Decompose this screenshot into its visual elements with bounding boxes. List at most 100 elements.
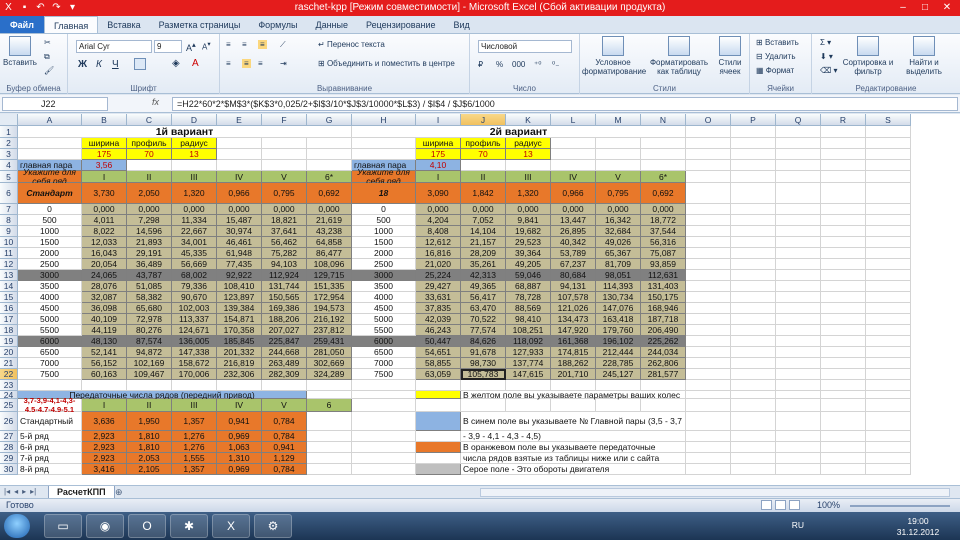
ratio-value-cell[interactable] <box>307 453 352 464</box>
cell[interactable] <box>821 431 866 442</box>
speed-cell[interactable]: 150,175 <box>641 292 686 303</box>
ratio-gear-header[interactable]: II <box>127 399 172 412</box>
speed-cell[interactable]: 174,815 <box>551 347 596 358</box>
new-sheet-icon[interactable]: ⊕ <box>115 487 123 498</box>
speed-cell[interactable]: 244,034 <box>641 347 686 358</box>
speed-cell[interactable]: 75,087 <box>641 248 686 259</box>
find-select-button[interactable]: Найти и выделить <box>900 36 948 76</box>
ratio-value-cell[interactable] <box>307 464 352 475</box>
speed-cell[interactable]: 13,447 <box>551 215 596 226</box>
cell[interactable] <box>686 303 731 314</box>
cell[interactable] <box>776 171 821 183</box>
speed-cell[interactable]: 302,669 <box>307 358 352 369</box>
cell[interactable] <box>352 380 416 391</box>
rpm-cell[interactable]: 7000 <box>352 358 416 369</box>
cell[interactable] <box>776 149 821 160</box>
speed-cell[interactable]: 281,050 <box>307 347 352 358</box>
cell-area[interactable]: 1й вариант 2й вариант ширина профиль радиус ш… <box>18 126 911 475</box>
cell[interactable] <box>686 412 731 431</box>
rpm-cell[interactable]: 2000 <box>18 248 82 259</box>
legend-blue-swatch[interactable] <box>416 412 461 431</box>
cell[interactable] <box>686 171 731 183</box>
indent-icon[interactable]: ⇥ <box>280 59 287 68</box>
speed-cell[interactable]: 188,262 <box>551 358 596 369</box>
speed-cell[interactable]: 0,000 <box>307 204 352 215</box>
speed-cell[interactable]: 201,332 <box>217 347 262 358</box>
cell[interactable] <box>866 281 911 292</box>
cell[interactable] <box>686 358 731 369</box>
rows-hint[interactable]: 3,7-3,9-4,1-4,3-4,5-4,7-4,9-5,1 <box>18 396 82 414</box>
speed-cell[interactable]: 84,626 <box>461 336 506 347</box>
row-header[interactable]: 9 <box>0 226 18 237</box>
clock[interactable]: 19:00 31.12.2012 <box>888 516 948 538</box>
cell[interactable] <box>262 160 307 171</box>
ratio-value-cell[interactable]: 0,784 <box>262 412 307 431</box>
speed-cell[interactable]: 206,490 <box>641 325 686 336</box>
cell[interactable] <box>776 453 821 464</box>
cell[interactable] <box>172 160 217 171</box>
cell[interactable] <box>776 347 821 358</box>
row-header[interactable]: 19 <box>0 336 18 347</box>
cell[interactable] <box>866 215 911 226</box>
gear-header[interactable]: I <box>416 171 461 183</box>
speed-cell[interactable]: 78,728 <box>506 292 551 303</box>
speed-cell[interactable]: 77,574 <box>461 325 506 336</box>
cell[interactable] <box>731 270 776 281</box>
speed-cell[interactable]: 43,787 <box>127 270 172 281</box>
speed-cell[interactable]: 150,565 <box>262 292 307 303</box>
cell[interactable] <box>352 149 416 160</box>
cell[interactable] <box>18 149 82 160</box>
column-header[interactable]: O <box>686 114 731 126</box>
cell[interactable] <box>866 226 911 237</box>
speed-cell[interactable]: 48,130 <box>82 336 127 347</box>
cell[interactable] <box>731 237 776 248</box>
variant-1-title[interactable]: 1й вариант <box>18 126 352 138</box>
cell[interactable] <box>821 369 866 380</box>
cell[interactable] <box>686 369 731 380</box>
speed-cell[interactable]: 58,855 <box>416 358 461 369</box>
ratio-value-cell[interactable]: 0,784 <box>262 431 307 442</box>
speed-cell[interactable]: 259,431 <box>307 336 352 347</box>
speed-cell[interactable]: 30,974 <box>217 226 262 237</box>
ratio-value-cell[interactable]: 1,810 <box>127 442 172 453</box>
speed-cell[interactable]: 118,092 <box>506 336 551 347</box>
speed-cell[interactable]: 0,000 <box>82 204 127 215</box>
row-header[interactable]: 10 <box>0 237 18 248</box>
ratio-row-name[interactable]: 5-й ряд <box>18 431 82 442</box>
cell[interactable] <box>686 325 731 336</box>
thousands-button[interactable]: 000 <box>512 60 525 69</box>
column-header[interactable]: J <box>461 114 506 126</box>
tab-review[interactable]: Рецензирование <box>357 16 445 33</box>
format-painter-icon[interactable]: 🖌 <box>44 66 54 75</box>
ratio-value-cell[interactable]: 0,969 <box>217 431 262 442</box>
cell[interactable] <box>866 126 911 138</box>
speed-cell[interactable]: 63,059 <box>416 369 461 380</box>
ratio-gear-header[interactable]: V <box>262 399 307 412</box>
speed-cell[interactable]: 216,192 <box>307 314 352 325</box>
cell[interactable] <box>506 160 551 171</box>
name-box[interactable]: J22 <box>2 97 108 111</box>
speed-cell[interactable]: 32,684 <box>596 226 641 237</box>
column-header[interactable]: A <box>18 114 82 126</box>
cell[interactable] <box>866 292 911 303</box>
cell[interactable] <box>866 391 911 399</box>
speed-cell[interactable]: 244,668 <box>262 347 307 358</box>
cell[interactable] <box>731 453 776 464</box>
cell[interactable] <box>821 183 866 204</box>
gear-ratio-input[interactable]: 0,966 <box>217 183 262 204</box>
speed-cell[interactable]: 29,427 <box>416 281 461 292</box>
speed-cell[interactable]: 136,005 <box>172 336 217 347</box>
speed-cell[interactable]: 94,131 <box>551 281 596 292</box>
align-left-icon[interactable]: ≡ <box>226 59 231 68</box>
legend-gray-swatch[interactable] <box>416 464 461 475</box>
tab-formulas[interactable]: Формулы <box>249 16 306 33</box>
rpm-cell[interactable]: 2000 <box>352 248 416 259</box>
column-header[interactable]: N <box>641 114 686 126</box>
speed-cell[interactable]: 56,417 <box>461 292 506 303</box>
speed-cell[interactable]: 121,026 <box>551 303 596 314</box>
rpm-cell[interactable]: 3000 <box>18 270 82 281</box>
speed-cell[interactable]: 8,408 <box>416 226 461 237</box>
cell[interactable] <box>821 391 866 399</box>
speed-cell[interactable]: 112,924 <box>262 270 307 281</box>
cell[interactable] <box>127 160 172 171</box>
